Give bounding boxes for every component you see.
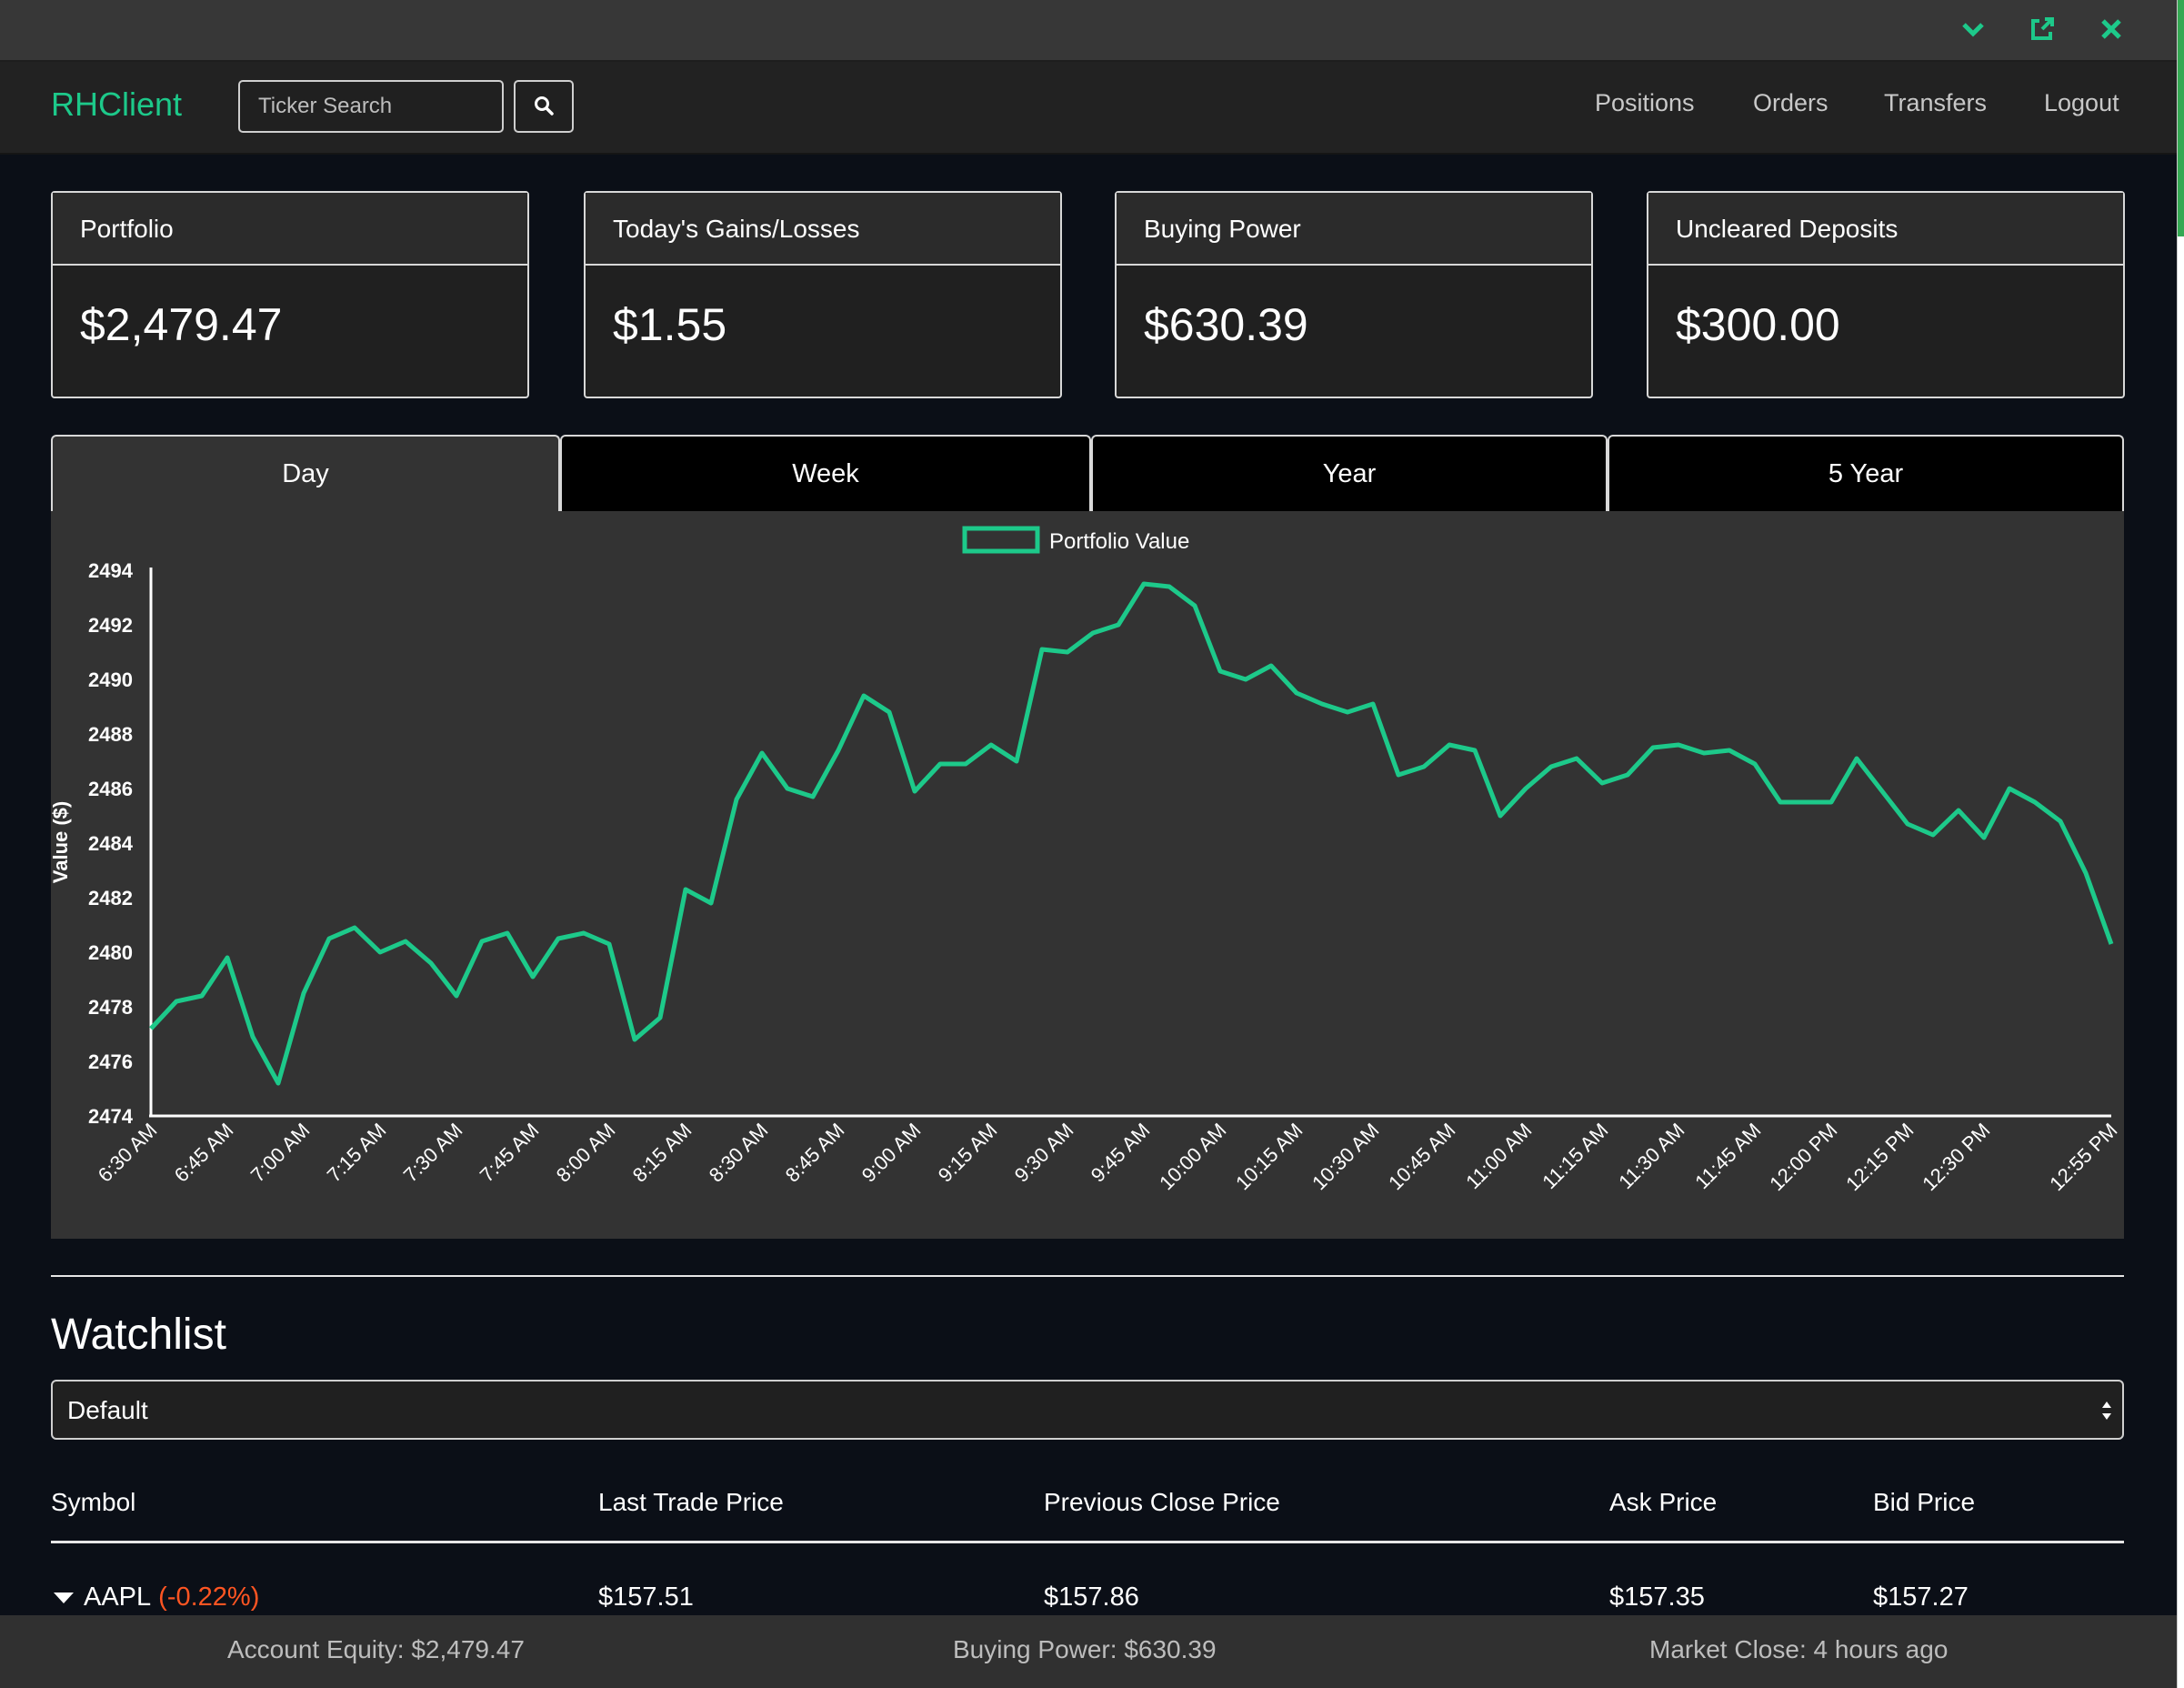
search-button[interactable]: [514, 80, 574, 133]
x-tick-label: 12:15 PM: [1841, 1119, 1918, 1195]
y-tick-label: 2474: [88, 1105, 134, 1128]
table-row[interactable]: AAPL (-0.22%): [53, 1582, 259, 1613]
card-label: Portfolio: [53, 193, 527, 266]
nav-transfers[interactable]: Transfers: [1884, 89, 1987, 117]
brand-logo[interactable]: RHClient: [51, 85, 182, 124]
row-prev-close: $157.86: [1044, 1582, 1139, 1612]
chevron-down-icon[interactable]: [1957, 13, 1989, 45]
x-tick-label: 9:45 AM: [1087, 1119, 1155, 1187]
col-header-symbol[interactable]: Symbol: [51, 1488, 135, 1517]
close-icon[interactable]: [2095, 13, 2128, 45]
row-bid: $157.27: [1873, 1582, 1969, 1612]
x-tick-label: 11:30 AM: [1614, 1119, 1688, 1193]
y-axis-label: Value ($): [51, 801, 72, 883]
y-tick-label: 2490: [88, 668, 133, 691]
y-tick-label: 2492: [88, 614, 133, 637]
col-header-last-trade[interactable]: Last Trade Price: [598, 1488, 784, 1517]
y-tick-label: 2476: [88, 1050, 133, 1073]
x-tick-label: 8:30 AM: [705, 1119, 773, 1187]
row-ask: $157.35: [1609, 1582, 1705, 1612]
chart-legend[interactable]: Portfolio Value: [962, 526, 1189, 554]
card-value: $1.55: [613, 299, 727, 350]
app-window: RHClient Positions Orders Transfers Logo…: [0, 0, 2177, 1688]
x-tick-label: 11:45 AM: [1690, 1119, 1765, 1193]
x-tick-label: 10:30 AM: [1307, 1119, 1383, 1194]
popout-icon[interactable]: [2026, 13, 2059, 45]
x-tick-label: 9:00 AM: [857, 1119, 926, 1187]
caret-down-icon[interactable]: [53, 1582, 75, 1613]
x-tick-label: 7:45 AM: [476, 1119, 544, 1187]
nav-orders[interactable]: Orders: [1753, 89, 1828, 117]
ticker-search-input[interactable]: [238, 80, 504, 133]
x-tick-label: 12:55 PM: [2045, 1119, 2121, 1195]
section-divider: [51, 1275, 2124, 1277]
row-last-trade: $157.51: [598, 1582, 694, 1612]
y-tick-label: 2484: [88, 832, 134, 855]
nav-positions[interactable]: Positions: [1595, 89, 1695, 117]
card-value: $630.39: [1144, 299, 1308, 350]
col-header-ask[interactable]: Ask Price: [1609, 1488, 1717, 1517]
status-footer: Account Equity: $2,479.47 Buying Power: …: [0, 1615, 2177, 1688]
footer-equity: Account Equity: $2,479.47: [227, 1635, 525, 1663]
card-value: $2,479.47: [80, 299, 283, 350]
watchlist-select[interactable]: Default: [51, 1380, 2124, 1440]
tab-year[interactable]: Year: [1091, 435, 1608, 511]
buying-power-card: Buying Power $630.39: [1115, 191, 1593, 398]
footer-buying-power: Buying Power: $630.39: [953, 1635, 1217, 1663]
card-label: Today's Gains/Losses: [586, 193, 1060, 266]
col-header-bid[interactable]: Bid Price: [1873, 1488, 1975, 1517]
y-tick-label: 2494: [88, 559, 134, 582]
x-tick-label: 6:30 AM: [94, 1119, 162, 1187]
table-header-rule: [51, 1541, 2124, 1543]
y-tick-label: 2488: [88, 723, 133, 746]
x-tick-label: 8:00 AM: [552, 1119, 620, 1187]
card-label: Buying Power: [1117, 193, 1591, 266]
x-tick-label: 7:15 AM: [323, 1119, 391, 1187]
tab-day[interactable]: Day: [51, 435, 560, 511]
x-tick-label: 10:45 AM: [1384, 1119, 1459, 1194]
title-bar: [0, 0, 2177, 62]
legend-label: Portfolio Value: [1049, 529, 1189, 554]
x-tick-label: 9:15 AM: [934, 1119, 1002, 1187]
y-tick-label: 2482: [88, 887, 133, 909]
card-value: $300.00: [1676, 299, 1840, 350]
background-window-edge: [2177, 0, 2184, 1688]
row-symbol: AAPL: [84, 1582, 152, 1612]
x-tick-label: 10:15 AM: [1231, 1119, 1307, 1194]
x-tick-label: 12:30 PM: [1918, 1119, 1994, 1195]
watchlist-title: Watchlist: [51, 1311, 226, 1359]
x-tick-label: 7:30 AM: [399, 1119, 467, 1187]
tab-5-year[interactable]: 5 Year: [1608, 435, 2124, 511]
select-arrows-icon: [2100, 1398, 2113, 1428]
nav-logout[interactable]: Logout: [2044, 89, 2119, 117]
portfolio-chart: Portfolio Value Value ($) 2474 2476 2478 24…: [49, 511, 2124, 1239]
legend-swatch: [962, 526, 1040, 554]
row-change-percent: (-0.22%): [158, 1582, 260, 1612]
x-tick-label: 6:45 AM: [170, 1119, 238, 1187]
y-tick-label: 2478: [88, 996, 133, 1019]
x-tick-label: 8:15 AM: [628, 1119, 696, 1187]
col-header-prev-close[interactable]: Previous Close Price: [1044, 1488, 1280, 1517]
navbar: RHClient Positions Orders Transfers Logo…: [0, 62, 2177, 155]
search-icon: [533, 95, 555, 119]
x-tick-label: 9:30 AM: [1010, 1119, 1078, 1187]
watchlist-select-value: Default: [67, 1396, 148, 1424]
x-tick-label: 8:45 AM: [781, 1119, 849, 1187]
x-tick-label: 11:15 AM: [1538, 1119, 1612, 1193]
x-tick-label: 10:00 AM: [1155, 1119, 1230, 1194]
y-tick-label: 2486: [88, 778, 133, 800]
y-tick-label: 2480: [88, 941, 133, 964]
portfolio-card: Portfolio $2,479.47: [51, 191, 529, 398]
uncleared-deposits-card: Uncleared Deposits $300.00: [1647, 191, 2125, 398]
x-tick-label: 12:00 PM: [1765, 1119, 1841, 1195]
x-tick-label: 7:00 AM: [246, 1119, 315, 1187]
gains-losses-card: Today's Gains/Losses $1.55: [584, 191, 1062, 398]
card-label: Uncleared Deposits: [1648, 193, 2123, 266]
chart-canvas: Portfolio Value Value ($) 2474 2476 2478 24…: [49, 526, 2122, 1195]
footer-market-close: Market Close: 4 hours ago: [1649, 1635, 1949, 1663]
x-tick-label: 11:00 AM: [1461, 1119, 1536, 1193]
series-line-portfolio-value: [149, 581, 2114, 1086]
tab-week[interactable]: Week: [560, 435, 1091, 511]
